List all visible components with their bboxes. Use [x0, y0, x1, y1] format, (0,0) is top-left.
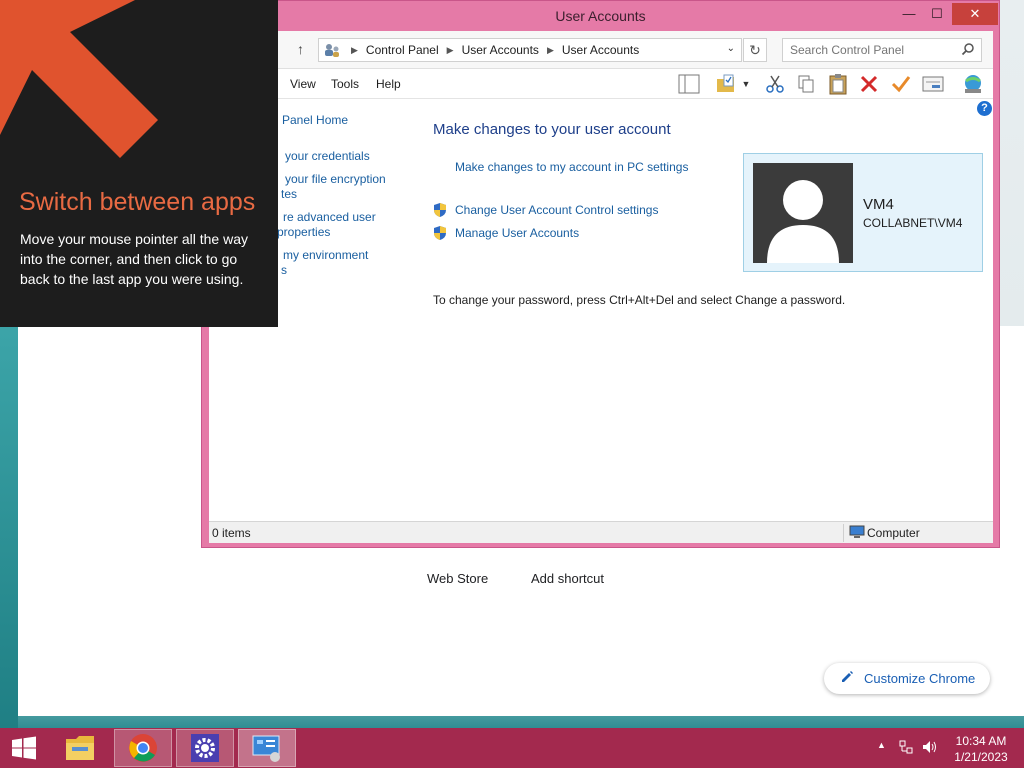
tip-title: Switch between apps	[19, 188, 256, 216]
breadcrumb-separator-icon: ▶	[446, 44, 454, 55]
menu-bar: View Tools Help ▼	[209, 69, 993, 99]
left-nav-control-panel-home[interactable]: Panel Home	[282, 113, 348, 128]
folder-options-icon[interactable]	[715, 72, 739, 96]
breadcrumb-separator-icon: ▶	[546, 44, 554, 55]
clock-date: 1/21/2023	[954, 750, 1008, 764]
paste-icon[interactable]	[826, 72, 850, 96]
shield-icon	[433, 225, 447, 241]
status-location: Computer	[867, 526, 920, 540]
left-nav-environment-variables-cont[interactable]: s	[281, 263, 287, 278]
checkmark-icon[interactable]	[889, 72, 913, 96]
network-icon[interactable]	[898, 739, 914, 758]
menu-tools[interactable]: Tools	[331, 77, 359, 91]
user-name: VM4	[863, 196, 894, 213]
left-nav-advanced-user-profile[interactable]: re advanced user	[283, 210, 376, 225]
control-panel-icon	[252, 735, 280, 762]
minimize-button[interactable]: —	[894, 3, 924, 25]
customize-chrome-button[interactable]: Customize Chrome	[824, 663, 990, 694]
arrow-pointer-icon	[0, 0, 158, 158]
breadcrumb[interactable]: ▶ Control Panel ▶ User Accounts ▶ User A…	[318, 38, 742, 62]
web-store-shortcut[interactable]: Web Store	[427, 571, 488, 586]
menu-view[interactable]: View	[290, 77, 316, 91]
windows-logo-icon	[12, 736, 36, 760]
up-arrow-icon[interactable]: ↑	[297, 41, 304, 57]
status-divider	[843, 524, 844, 542]
left-nav-environment-variables[interactable]: my environment	[283, 248, 368, 263]
user-account-card: VM4 COLLABNET\VM4	[743, 153, 983, 272]
volume-icon[interactable]	[921, 739, 939, 758]
pencil-icon	[840, 670, 854, 687]
avatar	[753, 163, 853, 263]
left-nav-file-encryption-cont[interactable]: tes	[281, 187, 297, 202]
clock-time: 10:34 AM	[955, 734, 1007, 748]
breadcrumb-separator-icon: ▶	[351, 44, 358, 55]
shield-icon	[433, 202, 447, 218]
refresh-button[interactable]: ↻	[743, 38, 767, 62]
show-hidden-icons-icon[interactable]: ▲	[877, 740, 886, 750]
maximize-button[interactable]: ☐	[922, 3, 952, 25]
password-note: To change your password, press Ctrl+Alt+…	[433, 293, 846, 307]
breadcrumb-user-accounts-current[interactable]: User Accounts	[562, 43, 639, 57]
properties-icon[interactable]	[921, 72, 945, 96]
left-nav-file-encryption[interactable]: your file encryption	[285, 172, 386, 187]
address-bar: ↑ ▶ Control Panel ▶ User Accounts ▶ User…	[209, 31, 993, 69]
cut-icon[interactable]	[763, 72, 787, 96]
breadcrumb-user-accounts[interactable]: User Accounts	[462, 43, 539, 57]
page-title: Make changes to your user account	[433, 121, 671, 138]
left-nav-advanced-user-profile-cont[interactable]: properties	[277, 225, 330, 240]
computer-icon	[849, 525, 865, 542]
desktop-accent-stripe	[0, 300, 18, 728]
search-icon[interactable]	[961, 42, 975, 59]
window-client-area: ↑ ▶ Control Panel ▶ User Accounts ▶ User…	[209, 31, 993, 543]
taskbar-settings[interactable]	[176, 729, 234, 767]
layout-pane-icon[interactable]	[677, 72, 701, 96]
add-shortcut-button[interactable]: Add shortcut	[531, 571, 604, 586]
taskbar: ▲ 10:34 AM 1/21/2023	[0, 728, 1024, 768]
breadcrumb-control-panel[interactable]: Control Panel	[366, 43, 439, 57]
close-button[interactable]: ✕	[952, 3, 998, 25]
window-title: User Accounts	[555, 8, 646, 24]
chevron-down-icon[interactable]: ▼	[739, 72, 753, 96]
system-clock[interactable]: 10:34 AM 1/21/2023	[950, 733, 1012, 765]
search-box	[782, 38, 982, 62]
help-icon[interactable]: ?	[977, 101, 992, 116]
control-panel-icon	[323, 42, 343, 58]
gear-icon	[191, 734, 219, 762]
switch-apps-tip: Switch between apps Move your mouse poin…	[0, 0, 278, 327]
chevron-down-icon[interactable]: ⌄	[727, 43, 735, 54]
title-bar[interactable]: User Accounts — ☐ ✕	[202, 1, 999, 31]
customize-chrome-label: Customize Chrome	[864, 671, 976, 686]
link-manage-user-accounts[interactable]: Manage User Accounts	[455, 226, 579, 240]
start-button[interactable]	[0, 729, 48, 767]
chrome-icon	[129, 734, 157, 762]
folder-icon	[66, 736, 94, 760]
menu-help[interactable]: Help	[376, 77, 401, 91]
network-globe-icon[interactable]	[961, 72, 985, 96]
delete-icon[interactable]	[857, 72, 881, 96]
status-bar: 0 items Computer	[209, 521, 993, 543]
link-pc-settings[interactable]: Make changes to my account in PC setting…	[455, 160, 688, 174]
taskbar-file-explorer[interactable]	[52, 729, 110, 767]
item-count: 0 items	[212, 526, 251, 540]
left-nav-manage-credentials[interactable]: your credentials	[285, 149, 370, 164]
user-accounts-window: User Accounts — ☐ ✕ ↑ ▶ Control Panel ▶ …	[201, 0, 1000, 548]
search-input[interactable]	[783, 39, 953, 61]
tip-body: Move your mouse pointer all the way into…	[20, 231, 248, 287]
user-domain: COLLABNET\VM4	[863, 216, 963, 230]
taskbar-control-panel[interactable]	[238, 729, 296, 767]
taskbar-chrome[interactable]	[114, 729, 172, 767]
copy-icon[interactable]	[794, 72, 818, 96]
link-uac-settings[interactable]: Change User Account Control settings	[455, 203, 658, 217]
